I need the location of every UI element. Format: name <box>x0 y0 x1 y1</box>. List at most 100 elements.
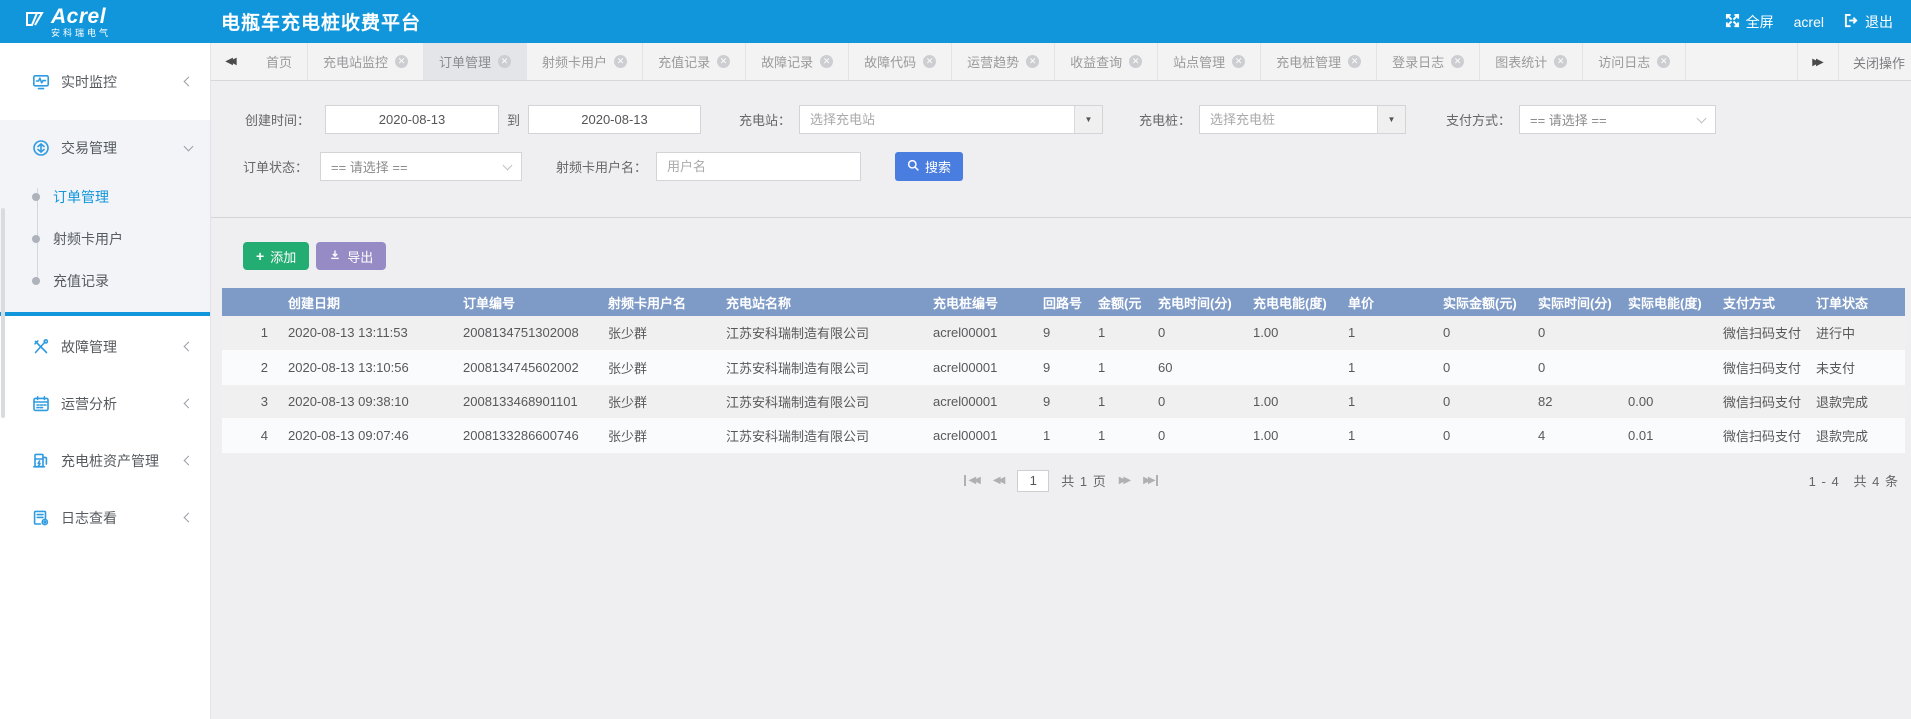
main-area: ◀◀ 首页充电站监控✕订单管理✕射频卡用户✕充值记录✕故障记录✕故障代码✕运营趋… <box>211 43 1911 719</box>
to-label: 到 <box>507 110 520 129</box>
page-number-input[interactable] <box>1017 470 1049 492</box>
total-records-label: 共 4 条 <box>1854 474 1899 489</box>
tab-充电站监控[interactable]: 充电站监控✕ <box>308 43 424 80</box>
tab-射频卡用户[interactable]: 射频卡用户 ✕ <box>527 43 643 80</box>
sidebar-item-log-view[interactable]: 日志查看 <box>0 489 210 546</box>
sidebar-item-operation-analysis[interactable]: 运营分析 <box>0 375 210 432</box>
payment-select[interactable]: == 请选择 == <box>1519 105 1716 134</box>
export-button[interactable]: 导出 <box>316 242 386 270</box>
fullscreen-label: 全屏 <box>1746 12 1774 32</box>
tab-充值记录[interactable]: 充值记录✕ <box>643 43 746 80</box>
tab-订单管理[interactable]: 订单管理 ✕ <box>424 43 527 80</box>
tab-运营趋势[interactable]: 运营趋势✕ <box>952 43 1055 80</box>
sidebar-scrollbar[interactable] <box>1 208 5 418</box>
station-combo: ▼ <box>799 105 1103 134</box>
sidebar-subitem-recharge-records[interactable]: 充值记录 <box>0 260 210 302</box>
date-to-input[interactable] <box>528 105 701 134</box>
search-icon <box>907 159 920 175</box>
tab-close-icon[interactable]: ✕ <box>1554 55 1567 68</box>
table-row[interactable]: 32020-08-13 09:38:102008133468901101张少群江… <box>222 384 1905 418</box>
orders-table-wrap: 创建日期订单编号射频卡用户名充电站名称充电桩编号回路号金额(元充电时间(分)充电… <box>222 288 1905 453</box>
tab-故障记录[interactable]: 故障记录 ✕ <box>746 43 849 80</box>
tab-close-icon[interactable]: ✕ <box>1232 55 1245 68</box>
tab-close-icon[interactable]: ✕ <box>1026 55 1039 68</box>
export-button-label: 导出 <box>347 247 373 266</box>
tabs-scroll-right-button[interactable]: ▶▶ <box>1798 43 1838 81</box>
station-input[interactable] <box>800 106 1074 133</box>
table-cell: 微信扫码支付 <box>1715 316 1808 350</box>
tab-close-icon[interactable]: ✕ <box>1451 55 1464 68</box>
tab-站点管理[interactable]: 站点管理✕ <box>1158 43 1261 80</box>
tab-close-icon[interactable]: ✕ <box>1348 55 1361 68</box>
tab-close-icon[interactable]: ✕ <box>1129 55 1142 68</box>
sidebar-subitem-rfid-users[interactable]: 射频卡用户 <box>0 218 210 260</box>
pile-input[interactable] <box>1200 106 1377 133</box>
logout-label: 退出 <box>1865 12 1893 32</box>
tab-故障代码[interactable]: 故障代码✕ <box>849 43 952 80</box>
sidebar-item-fault-mgmt[interactable]: 故障管理 <box>0 318 210 375</box>
tab-close-icon[interactable]: ✕ <box>614 55 627 68</box>
tab-label: 首页 <box>266 52 292 71</box>
table-cell: 0.01 <box>1620 418 1715 452</box>
search-button[interactable]: 搜索 <box>895 152 963 181</box>
table-cell: 2 <box>222 350 280 384</box>
table-row[interactable]: 22020-08-13 13:10:562008134745602002张少群江… <box>222 350 1905 384</box>
prev-page-button[interactable]: ◀◀ <box>993 475 1005 486</box>
tab-访问日志[interactable]: 访问日志✕ <box>1583 43 1686 80</box>
sidebar-item-pile-asset-mgmt[interactable]: 充电桩资产管理 <box>0 432 210 489</box>
order-status-select[interactable]: == 请选择 == <box>320 152 522 181</box>
table-cell: acrel00001 <box>925 418 1035 452</box>
double-chevron-right-icon: ▶▶ <box>1812 57 1823 68</box>
close-operations-menu[interactable]: 关闭操作 <box>1838 43 1911 81</box>
column-header <box>222 288 280 316</box>
tab-close-icon[interactable]: ✕ <box>1657 55 1670 68</box>
rfid-user-input[interactable] <box>657 153 860 180</box>
fullscreen-button[interactable]: 全屏 <box>1725 12 1774 32</box>
tab-图表统计[interactable]: 图表统计✕ <box>1480 43 1583 80</box>
sidebar-subitem-order-mgmt[interactable]: 订单管理 <box>0 176 210 218</box>
sidebar-group-transaction-mgmt: 交易管理订单管理射频卡用户充值记录 <box>0 120 210 316</box>
tab-label: 登录日志 <box>1392 52 1444 71</box>
chevron-left-icon <box>184 77 194 87</box>
tabs-scroll-left-button[interactable]: ◀◀ <box>211 43 251 80</box>
tab-close-icon[interactable]: ✕ <box>923 55 936 68</box>
tab-close-icon[interactable]: ✕ <box>395 55 408 68</box>
table-row[interactable]: 12020-08-13 13:11:532008134751302008张少群江… <box>222 316 1905 350</box>
tab-label: 故障记录 <box>761 52 813 71</box>
column-header: 订单状态 <box>1808 288 1905 316</box>
logo-subtitle: 安科瑞电气 <box>51 29 111 38</box>
column-header: 回路号 <box>1035 288 1090 316</box>
tab-首页[interactable]: 首页 <box>251 43 308 80</box>
table-cell: 0 <box>1435 316 1530 350</box>
sidebar-subitem-label: 订单管理 <box>53 187 109 207</box>
sidebar-item-realtime-monitor[interactable]: 实时监控 <box>0 53 210 110</box>
chevron-left-icon <box>184 342 194 352</box>
table-cell: acrel00001 <box>925 316 1035 350</box>
next-page-button[interactable]: ▶▶ <box>1119 475 1131 486</box>
date-from-input[interactable] <box>325 105 499 134</box>
tab-close-icon[interactable]: ✕ <box>820 55 833 68</box>
pile-dropdown-button[interactable]: ▼ <box>1377 106 1405 133</box>
caret-down-icon: ▼ <box>1085 115 1093 124</box>
column-header: 金额(元 <box>1090 288 1150 316</box>
tab-充电桩管理[interactable]: 充电桩管理✕ <box>1261 43 1377 80</box>
transaction-icon <box>32 139 50 157</box>
tab-label: 订单管理 <box>439 52 491 71</box>
user-menu[interactable]: acrel <box>1794 14 1824 30</box>
first-page-button[interactable]: ◀◀ <box>964 475 980 486</box>
logout-button[interactable]: 退出 <box>1844 12 1893 32</box>
sidebar-submenu: 订单管理射频卡用户充值记录 <box>0 176 210 302</box>
station-dropdown-button[interactable]: ▼ <box>1074 106 1102 133</box>
table-cell: 0 <box>1530 350 1620 384</box>
tab-登录日志[interactable]: 登录日志 ✕ <box>1377 43 1480 80</box>
tab-close-icon[interactable]: ✕ <box>717 55 730 68</box>
tab-收益查询[interactable]: 收益查询✕ <box>1055 43 1158 80</box>
sidebar-item-transaction-mgmt[interactable]: 交易管理 <box>0 120 210 176</box>
table-row[interactable]: 42020-08-13 09:07:462008133286600746张少群江… <box>222 418 1905 452</box>
chevron-left-icon <box>184 399 194 409</box>
add-button[interactable]: + 添加 <box>243 242 309 270</box>
tab-close-icon[interactable]: ✕ <box>498 55 511 68</box>
tab-label: 射频卡用户 <box>542 52 607 71</box>
caret-down-icon: ▼ <box>1388 115 1396 124</box>
last-page-button[interactable]: ▶▶ <box>1143 475 1157 486</box>
